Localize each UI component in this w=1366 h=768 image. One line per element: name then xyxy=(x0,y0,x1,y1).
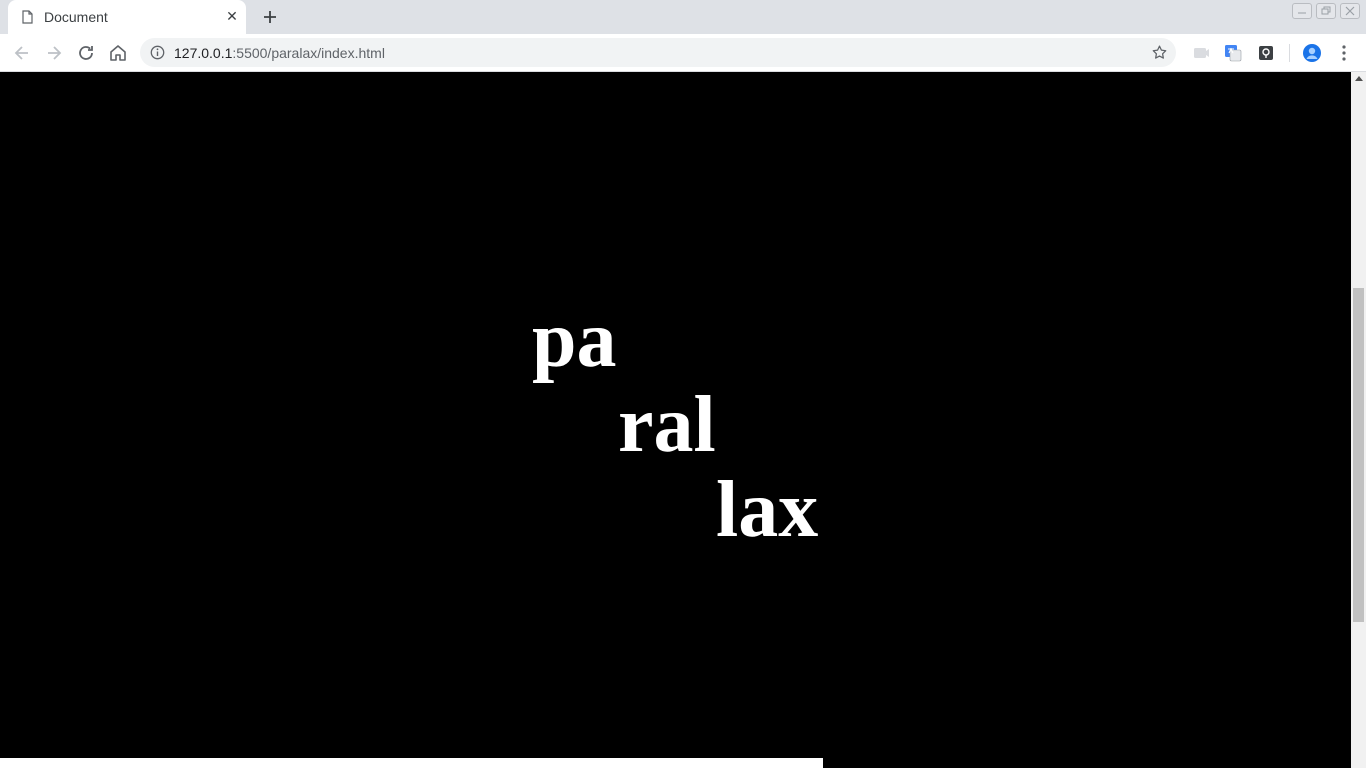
forward-arrow-icon[interactable] xyxy=(42,41,66,65)
minimize-icon xyxy=(1298,12,1306,14)
tab-title: Document xyxy=(44,9,108,25)
address-bar[interactable]: 127.0.0.1:5500/paralax/index.html xyxy=(140,38,1176,67)
scroll-thumb[interactable] xyxy=(1353,288,1364,622)
restore-icon xyxy=(1321,6,1331,15)
minimize-window-button[interactable] xyxy=(1292,3,1312,19)
page-viewport: pa ral lax xyxy=(0,72,1351,768)
tab-strip: Document ✕ xyxy=(0,0,1366,34)
document-icon xyxy=(22,10,33,24)
word-ral: ral xyxy=(618,381,716,469)
white-block xyxy=(0,758,823,768)
new-tab-icon[interactable] xyxy=(258,5,282,29)
site-info-icon[interactable] xyxy=(150,45,165,60)
browser-toolbar: 127.0.0.1:5500/paralax/index.html xyxy=(0,34,1366,72)
password-manager-extension-icon[interactable] xyxy=(1256,43,1276,63)
back-arrow-icon[interactable] xyxy=(10,41,34,65)
menu-kebab-icon[interactable] xyxy=(1334,43,1354,63)
window-controls xyxy=(1292,3,1360,19)
word-lax: lax xyxy=(716,466,819,554)
toolbar-separator xyxy=(1289,44,1290,62)
close-icon xyxy=(1345,6,1355,16)
bookmark-star-icon[interactable] xyxy=(1151,44,1168,61)
reload-icon[interactable] xyxy=(74,41,98,65)
url-path: :5500/paralax/index.html xyxy=(232,45,385,61)
vertical-scrollbar[interactable] xyxy=(1351,72,1366,768)
url-text[interactable]: 127.0.0.1:5500/paralax/index.html xyxy=(174,45,385,61)
tab-close-icon[interactable]: ✕ xyxy=(224,8,240,24)
close-window-button[interactable] xyxy=(1340,3,1360,19)
cast-extension-icon[interactable] xyxy=(1191,43,1211,63)
translate-extension-icon[interactable] xyxy=(1223,43,1243,63)
profile-avatar-icon[interactable] xyxy=(1302,43,1322,63)
scroll-up-arrow-icon[interactable] xyxy=(1355,76,1363,81)
home-icon[interactable] xyxy=(106,41,130,65)
restore-window-button[interactable] xyxy=(1316,3,1336,19)
url-host: 127.0.0.1 xyxy=(174,45,233,61)
word-pa: pa xyxy=(532,296,617,384)
browser-tab[interactable]: Document ✕ xyxy=(8,0,246,34)
